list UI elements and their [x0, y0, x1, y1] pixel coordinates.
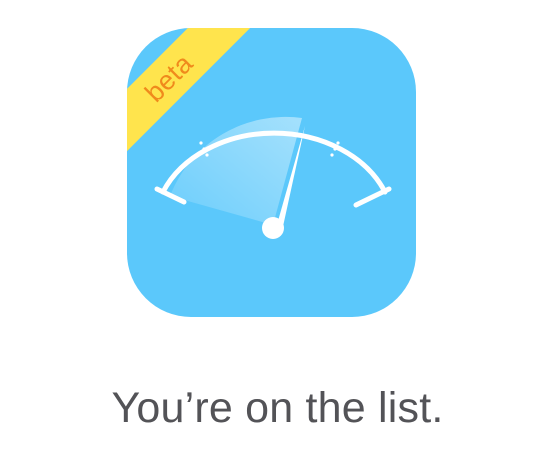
gauge-hub	[262, 217, 284, 239]
app-icon: beta	[127, 28, 416, 317]
confirmation-message: You’re on the list.	[111, 384, 444, 432]
gauge-tick-right	[353, 186, 392, 208]
